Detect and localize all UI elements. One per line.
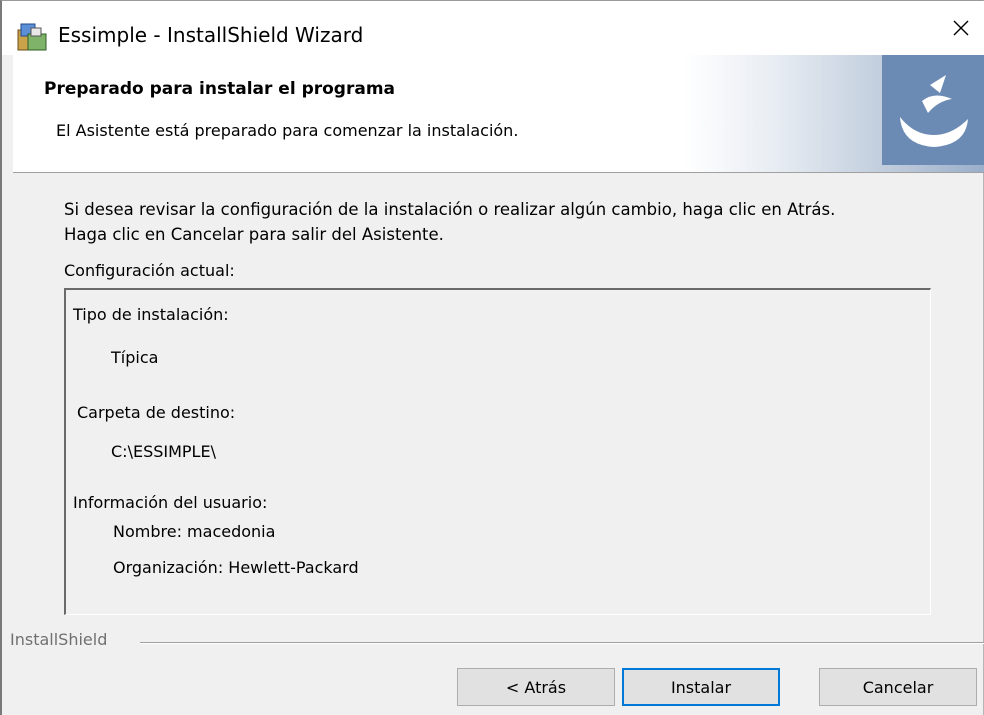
installshield-logo: [882, 55, 984, 165]
title-bar[interactable]: Essimple - InstallShield Wizard: [2, 1, 984, 55]
installshield-logo-icon: [900, 75, 968, 147]
user-name-line: Nombre: macedonia: [113, 522, 276, 541]
instructions-line-2: Haga clic en Cancelar para salir del Asi…: [64, 225, 444, 244]
instructions-text: Si desea revisar la configuración de la …: [64, 197, 964, 247]
installer-app-icon: [17, 23, 47, 51]
organization-line: Organización: Hewlett-Packard: [113, 558, 359, 577]
destination-label: Carpeta de destino:: [77, 403, 236, 422]
close-button[interactable]: [938, 1, 984, 55]
back-button[interactable]: < Atrás: [457, 668, 615, 706]
close-icon: [953, 20, 969, 36]
installer-window: Essimple - InstallShield Wizard Preparad…: [0, 0, 984, 715]
destination-value: C:\ESSIMPLE\: [111, 442, 216, 461]
install-type-label: Tipo de instalación:: [73, 305, 229, 324]
footer-divider: [140, 642, 984, 644]
current-config-label: Configuración actual:: [64, 261, 235, 280]
window-title: Essimple - InstallShield Wizard: [58, 23, 364, 47]
page-subtitle: El Asistente está preparado para comenza…: [56, 121, 519, 140]
cancel-button[interactable]: Cancelar: [819, 668, 977, 706]
installshield-brand: InstallShield: [10, 630, 116, 649]
config-summary-box[interactable]: Tipo de instalación: Típica Carpeta de d…: [64, 288, 931, 615]
user-info-label: Información del usuario:: [73, 493, 268, 512]
install-type-value: Típica: [111, 348, 159, 367]
header-banner: Preparado para instalar el programa El A…: [13, 55, 984, 173]
install-button[interactable]: Instalar: [622, 668, 780, 706]
instructions-line-1: Si desea revisar la configuración de la …: [64, 200, 836, 219]
page-title: Preparado para instalar el programa: [44, 79, 396, 99]
